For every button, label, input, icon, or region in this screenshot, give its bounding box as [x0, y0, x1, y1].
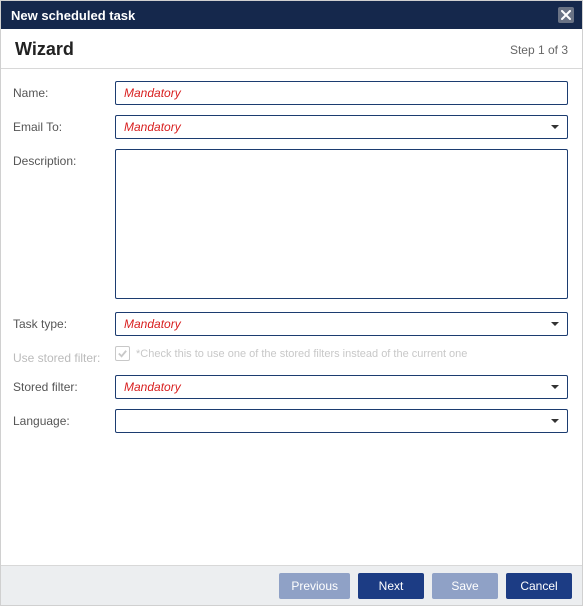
row-description: Description:: [13, 149, 572, 302]
chevron-down-icon: [543, 382, 567, 392]
row-use-stored-filter: Use stored filter: *Check this to use on…: [13, 346, 572, 365]
close-button[interactable]: [558, 7, 574, 23]
use-stored-filter-checkbox-row: *Check this to use one of the stored fil…: [115, 346, 568, 361]
stored-filter-select[interactable]: Mandatory: [115, 375, 568, 399]
save-button[interactable]: Save: [432, 573, 498, 599]
label-description: Description:: [13, 149, 115, 168]
page-title: Wizard: [15, 39, 74, 60]
check-icon: [117, 348, 128, 359]
stored-filter-value: Mandatory: [116, 380, 543, 394]
cancel-button[interactable]: Cancel: [506, 573, 572, 599]
dialog-titlebar: New scheduled task: [1, 1, 582, 29]
row-language: Language:: [13, 409, 572, 433]
language-select[interactable]: [115, 409, 568, 433]
chevron-down-icon: [543, 319, 567, 329]
row-name: Name:: [13, 81, 572, 105]
label-stored-filter: Stored filter:: [13, 375, 115, 394]
email-to-select[interactable]: Mandatory: [115, 115, 568, 139]
use-stored-filter-hint: *Check this to use one of the stored fil…: [136, 348, 467, 360]
next-button[interactable]: Next: [358, 573, 424, 599]
name-input[interactable]: [115, 81, 568, 105]
row-task-type: Task type: Mandatory: [13, 312, 572, 336]
label-name: Name:: [13, 81, 115, 100]
task-type-value: Mandatory: [116, 317, 543, 331]
wizard-form: Name: Email To: Mandatory Description: T…: [1, 69, 582, 433]
dialog-title: New scheduled task: [11, 8, 135, 23]
label-task-type: Task type:: [13, 312, 115, 331]
task-type-select[interactable]: Mandatory: [115, 312, 568, 336]
row-email-to: Email To: Mandatory: [13, 115, 572, 139]
row-stored-filter: Stored filter: Mandatory: [13, 375, 572, 399]
previous-button[interactable]: Previous: [279, 573, 350, 599]
close-icon: [561, 10, 571, 20]
chevron-down-icon: [543, 122, 567, 132]
label-language: Language:: [13, 409, 115, 428]
chevron-down-icon: [543, 416, 567, 426]
wizard-header: Wizard Step 1 of 3: [1, 29, 582, 69]
dialog-footer: Previous Next Save Cancel: [1, 565, 582, 605]
label-email-to: Email To:: [13, 115, 115, 134]
use-stored-filter-checkbox[interactable]: [115, 346, 130, 361]
email-to-value: Mandatory: [116, 120, 543, 134]
description-textarea[interactable]: [115, 149, 568, 299]
step-indicator: Step 1 of 3: [510, 43, 568, 57]
label-use-stored-filter: Use stored filter:: [13, 346, 115, 365]
